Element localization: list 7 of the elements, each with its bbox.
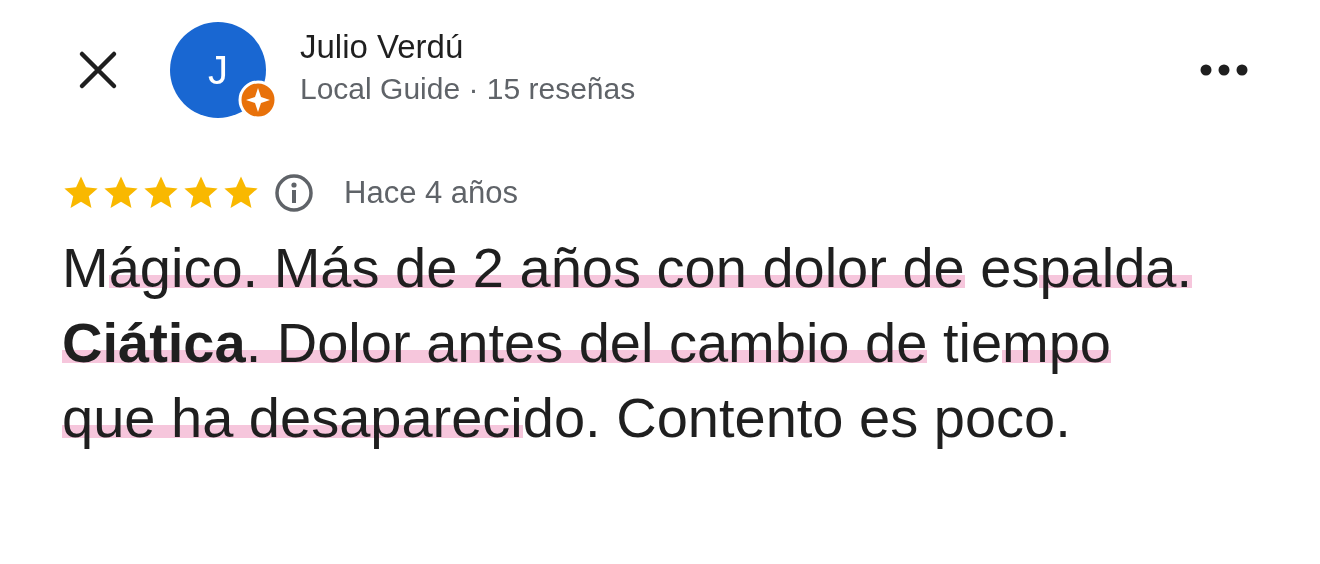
reviewer-name[interactable]: Julio Verdú [300,28,1200,66]
reviewer-subtitle: Local Guide · 15 reseñas [300,72,637,106]
review-time: Hace 4 años [344,175,519,211]
info-icon[interactable] [274,173,314,213]
close-icon[interactable] [78,50,118,90]
more-icon[interactable] [1200,64,1248,76]
avatar[interactable]: J [170,22,266,118]
